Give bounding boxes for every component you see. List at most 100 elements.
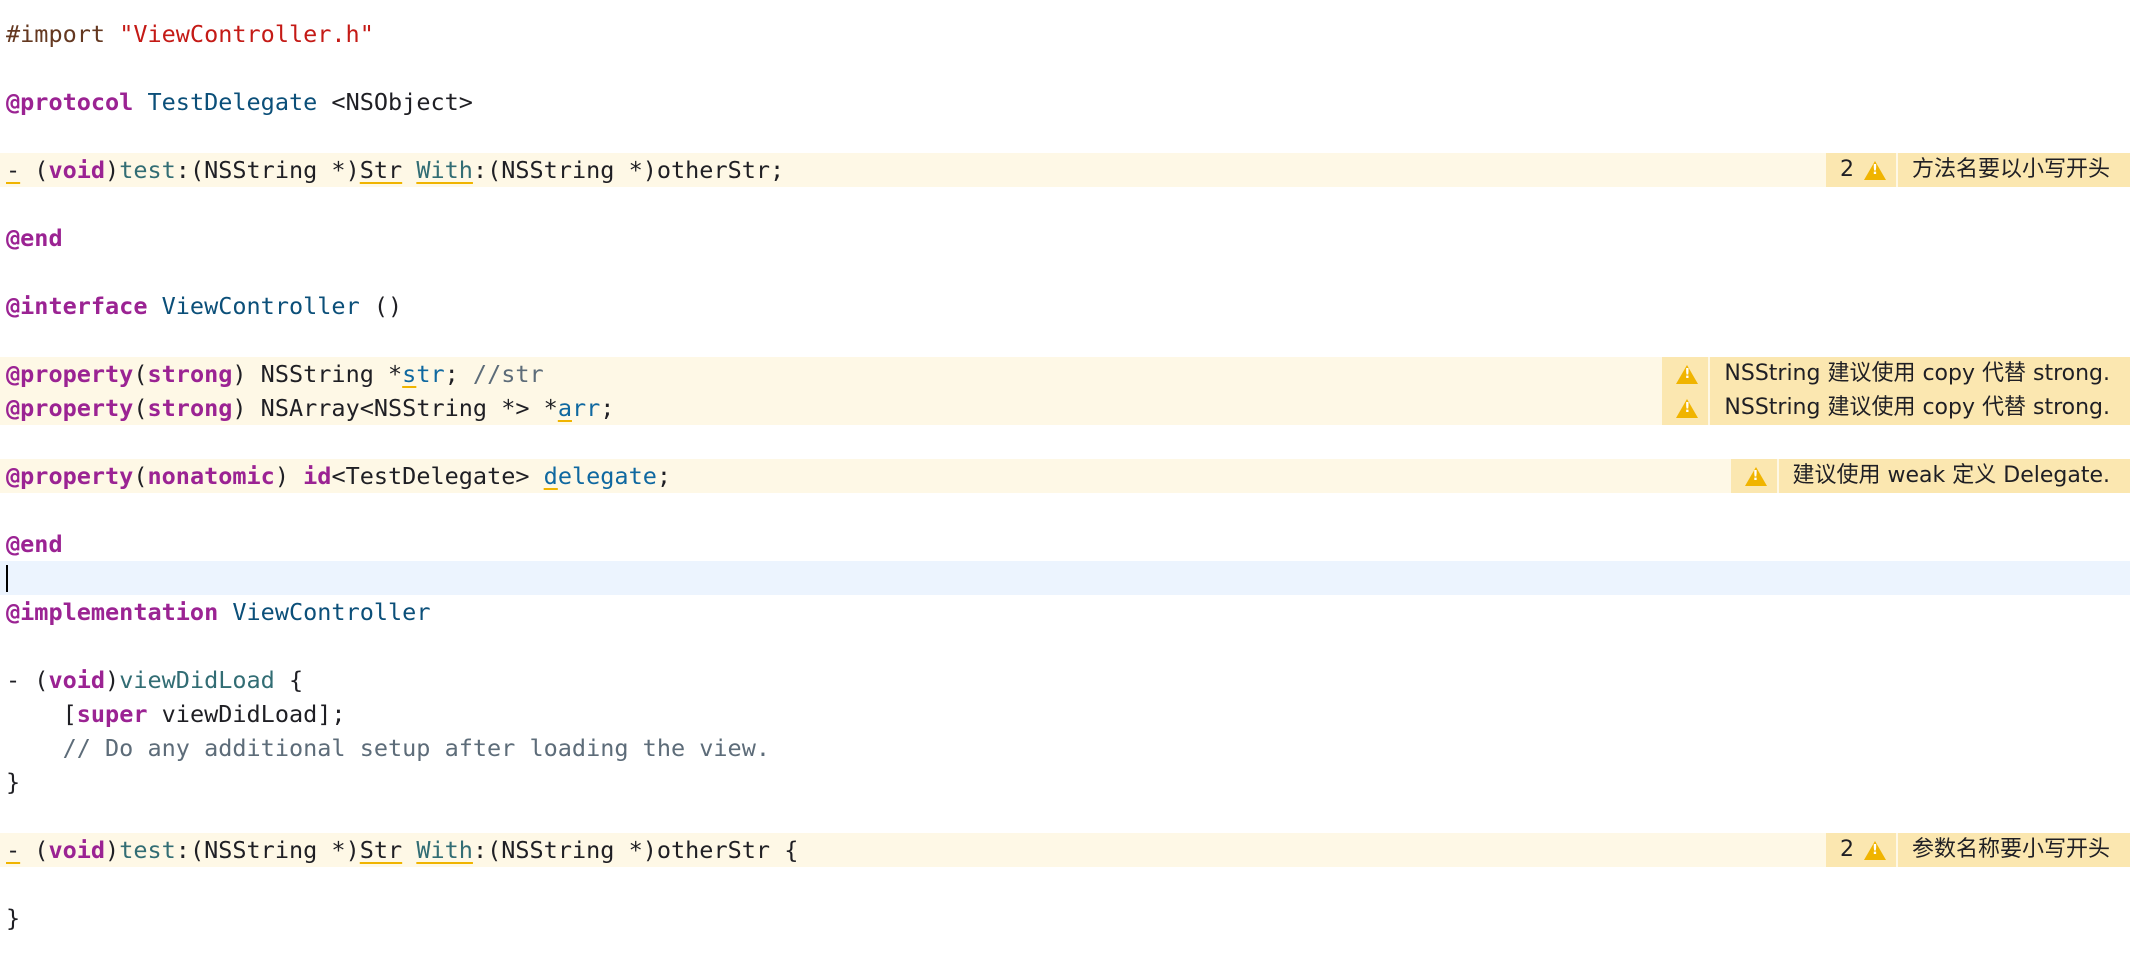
code-text: @property(strong) NSArray<NSString *> *a… [6,391,614,425]
code-text: #import "ViewController.h" [6,17,374,51]
param-name: Str [359,836,403,864]
warning-message: 方法名要以小写开头 [1897,153,2130,187]
warning-badge[interactable] [1662,357,1709,391]
warning-triangle-icon [1676,364,1699,384]
comment: // Do any additional setup after loading… [6,734,771,762]
warning-annotation[interactable]: NSString 建议使用 copy 代替 strong. [1662,357,2130,391]
code-token: ) [105,156,120,184]
code-text: - (void)viewDidLoad { [6,663,303,697]
code-line[interactable]: #import "ViewController.h" [0,17,2130,51]
warning-triangle-icon [1863,160,1886,180]
code-token: ) [105,836,120,864]
code-line-warning[interactable]: @property(nonatomic) id<TestDelegate> de… [0,459,2130,493]
class-name: ViewController [161,292,360,320]
code-token: - [6,156,21,184]
warning-triangle-icon [1863,840,1886,860]
code-token: - ( [6,666,49,694]
keyword: @implementation [6,598,219,626]
code-text: } [6,768,21,796]
code-line-warning[interactable]: @property(strong) NSString *str; //str N… [0,357,2130,391]
keyword: @property [6,394,134,422]
param-name: Str [359,156,403,184]
code-token: [ [6,700,77,728]
code-token: ) [274,462,304,490]
code-line[interactable]: @end [0,527,2130,561]
keyword: @end [6,530,63,558]
warning-badge[interactable]: 2 [1825,833,1896,867]
warning-message: 参数名称要小写开头 [1897,833,2130,867]
code-text: - (void)test:(NSString *)Str With:(NSStr… [6,833,798,867]
code-text: @end [6,527,63,561]
code-line[interactable]: @implementation ViewController [0,595,2130,629]
code-line-warning[interactable]: - (void)test:(NSString *)Str With:(NSStr… [0,153,2130,187]
code-text: @property(strong) NSString *str; //str [6,357,544,391]
code-token: - [6,836,21,864]
code-line[interactable]: @protocol TestDelegate <NSObject> [0,85,2130,119]
warning-annotation[interactable]: 2 参数名称要小写开头 [1825,833,2130,867]
code-line[interactable]: @interface ViewController () [0,289,2130,323]
method-label: With [416,156,473,184]
code-token: <TestDelegate> [331,462,544,490]
code-text: } [6,904,21,932]
code-token: ) [105,666,120,694]
code-editor[interactable]: #import "ViewController.h" @protocol Tes… [0,0,2130,954]
code-line[interactable]: } [0,901,2130,935]
code-token: :(NSString *) [175,156,360,184]
method-name: test [119,156,176,184]
code-text: @implementation ViewController [6,595,430,629]
keyword: nonatomic [147,462,275,490]
warning-triangle-icon [1676,398,1699,418]
warning-count: 2 [1839,837,1854,862]
warning-message: NSString 建议使用 copy 代替 strong. [1710,357,2130,391]
code-line[interactable]: } [0,765,2130,799]
code-token: ( [20,156,49,184]
keyword: @property [6,360,134,388]
code-line[interactable]: // Do any additional setup after loading… [0,731,2130,765]
text-caret [6,565,8,592]
code-line[interactable]: [super viewDidLoad]; [0,697,2130,731]
warning-message: 建议使用 weak 定义 Delegate. [1778,459,2130,493]
warning-badge[interactable] [1662,391,1709,425]
warning-annotation[interactable]: NSString 建议使用 copy 代替 strong. [1662,391,2130,425]
code-line-warning[interactable]: - (void)test:(NSString *)Str With:(NSStr… [0,833,2130,867]
property-name: a [557,394,572,422]
code-text: [super viewDidLoad]; [6,697,346,731]
method-label: With [416,836,473,864]
warning-annotation[interactable]: 2 方法名要以小写开头 [1825,153,2130,187]
property-name: elegate [557,462,657,490]
code-line[interactable]: @end [0,221,2130,255]
code-token: :(NSString *)otherStr; [472,156,785,184]
warning-annotation[interactable]: 建议使用 weak 定义 Delegate. [1730,459,2130,493]
keyword: void [48,666,106,694]
keyword: strong [147,394,233,422]
code-token: ; [444,360,473,388]
warning-badge[interactable] [1730,459,1777,493]
import-path: "ViewController.h" [119,20,374,48]
code-token: <NSObject> [317,88,473,116]
code-line-current[interactable] [0,561,2130,595]
code-text: - (void)test:(NSString *)Str With:(NSStr… [6,153,784,187]
property-name: rr [571,394,601,422]
code-token: { [274,666,304,694]
code-text: @interface ViewController () [6,289,402,323]
keyword: @interface [6,292,148,320]
code-line-warning[interactable]: @property(strong) NSArray<NSString *> *a… [0,391,2130,425]
property-name: s [402,360,417,388]
code-token: ( [133,394,148,422]
property-name: tr [416,360,445,388]
keyword: void [48,156,106,184]
warning-triangle-icon [1744,466,1767,486]
code-token: :(NSString *)otherStr { [472,836,799,864]
import-directive: #import [6,20,120,48]
code-token: ( [20,836,49,864]
code-token: ) NSArray<NSString *> * [232,394,558,422]
code-token: ) NSString * [232,360,403,388]
warning-badge[interactable]: 2 [1825,153,1896,187]
code-token: ; [600,394,615,422]
code-token: ; [656,462,672,490]
code-line[interactable]: - (void)viewDidLoad { [0,663,2130,697]
warning-count: 2 [1839,157,1854,182]
